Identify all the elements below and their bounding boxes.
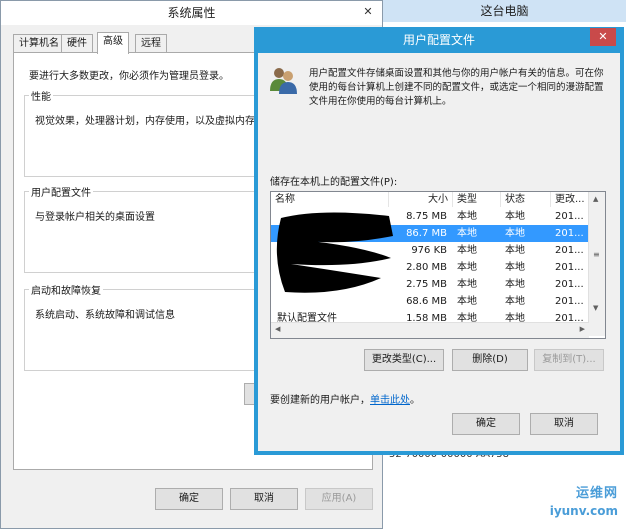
user-profiles-group-label: 用户配置文件 <box>29 184 93 199</box>
cell-type: 本地 <box>457 228 477 239</box>
profiles-list-label: 储存在本机上的配置文件(P): <box>270 177 398 188</box>
cell-status: 本地 <box>505 228 525 239</box>
startup-recovery-group-label: 启动和故障恢复 <box>29 282 103 297</box>
column-header-size[interactable]: 大小 <box>389 192 453 207</box>
apply-button[interactable]: 应用(A) <box>305 488 373 510</box>
cell-type: 本地 <box>457 296 477 307</box>
scroll-up-icon[interactable]: ▲ <box>593 195 598 203</box>
performance-group: 性能 视觉效果，处理器计划，内存使用，以及虚拟内存 <box>24 88 271 177</box>
create-account-link[interactable]: 单击此处 <box>370 395 410 406</box>
users-icon <box>270 68 297 94</box>
startup-recovery-group: 启动和故障恢复 系统启动、系统故障和调试信息 <box>24 282 271 371</box>
cell-modified: 201... <box>555 228 584 239</box>
cell-status: 本地 <box>505 245 525 256</box>
cell-type: 本地 <box>457 279 477 290</box>
this-pc-title: 这台电脑 <box>383 0 626 22</box>
column-header-name[interactable]: 名称 <box>271 192 389 207</box>
cell-modified: 201... <box>555 245 584 256</box>
create-account-suffix: 。 <box>410 395 420 406</box>
watermark-text-cn: 运维网 <box>575 486 618 501</box>
tab-remote[interactable]: 远程 <box>135 34 167 53</box>
system-properties-title: 系统属性 <box>1 1 382 25</box>
cell-status: 本地 <box>505 279 525 290</box>
copy-to-button[interactable]: 复制到(T)... <box>534 349 604 371</box>
user-profiles-description: 与登录帐户相关的桌面设置 <box>35 212 155 223</box>
column-header-status[interactable]: 状态 <box>501 192 551 207</box>
performance-description: 视觉效果，处理器计划，内存使用，以及虚拟内存 <box>35 116 255 127</box>
close-icon[interactable]: ✕ <box>590 28 616 46</box>
user-profiles-body: 用户配置文件存储桌面设置和其他与你的用户帐户有关的信息。可在你使用的每台计算机上… <box>258 53 620 451</box>
cell-status: 本地 <box>505 262 525 273</box>
tab-computer-name[interactable]: 计算机名 <box>13 34 65 53</box>
delete-button[interactable]: 删除(D) <box>452 349 528 371</box>
cancel-button[interactable]: 取消 <box>230 488 298 510</box>
watermark-text-url: iyunv.com <box>549 504 618 518</box>
cell-type: 本地 <box>457 211 477 222</box>
vertical-scrollbar[interactable]: ▲ ≡ ▼ <box>588 192 605 336</box>
scroll-right-icon[interactable]: ▶ <box>580 325 585 333</box>
cell-type: 本地 <box>457 262 477 273</box>
profiles-list[interactable]: 名称 大小 类型 状态 更改... 8.75 MB 本地 本地 201... 86.7 … <box>270 191 606 339</box>
create-account-prefix: 要创建新的用户帐户， <box>270 395 370 406</box>
cell-modified: 201... <box>555 296 584 307</box>
tab-hardware[interactable]: 硬件 <box>61 34 93 53</box>
user-profiles-group: 用户配置文件 与登录帐户相关的桌面设置 <box>24 184 271 273</box>
redaction-mark <box>276 212 393 293</box>
column-header-modified[interactable]: 更改... <box>551 192 589 207</box>
tab-advanced[interactable]: 高级 <box>97 32 129 54</box>
create-account-text: 要创建新的用户帐户，单击此处。 <box>270 391 420 406</box>
column-header-type[interactable]: 类型 <box>453 192 501 207</box>
admin-note: 要进行大多数更改，你必须作为管理员登录。 <box>29 71 229 82</box>
startup-recovery-description: 系统启动、系统故障和调试信息 <box>35 310 175 321</box>
dialog-cancel-button[interactable]: 取消 <box>530 413 598 435</box>
horizontal-scrollbar[interactable]: ◀ ▶ <box>271 322 589 338</box>
scroll-grip-icon: ≡ <box>593 250 600 259</box>
scroll-down-icon[interactable]: ▼ <box>593 304 598 312</box>
cell-type: 本地 <box>457 245 477 256</box>
user-profiles-title: 用户配置文件 <box>402 33 475 47</box>
user-profiles-dialog: 用户配置文件 ✕ 用户配置文件存储桌面设置和其他与你的用户帐户有关的信息。可在你… <box>254 27 624 455</box>
cell-modified: 201... <box>555 211 584 222</box>
scroll-left-icon[interactable]: ◀ <box>275 325 280 333</box>
cell-status: 本地 <box>505 296 525 307</box>
change-type-button[interactable]: 更改类型(C)... <box>364 349 444 371</box>
performance-group-label: 性能 <box>29 88 53 103</box>
cell-status: 本地 <box>505 211 525 222</box>
cell-modified: 201... <box>555 262 584 273</box>
watermark: 运维网 iyunv.com <box>530 482 622 526</box>
profile-description: 用户配置文件存储桌面设置和其他与你的用户帐户有关的信息。可在你使用的每台计算机上… <box>309 68 604 107</box>
dialog-ok-button[interactable]: 确定 <box>452 413 520 435</box>
close-icon[interactable]: ✕ <box>360 5 376 19</box>
ok-button[interactable]: 确定 <box>155 488 223 510</box>
cell-modified: 201... <box>555 279 584 290</box>
